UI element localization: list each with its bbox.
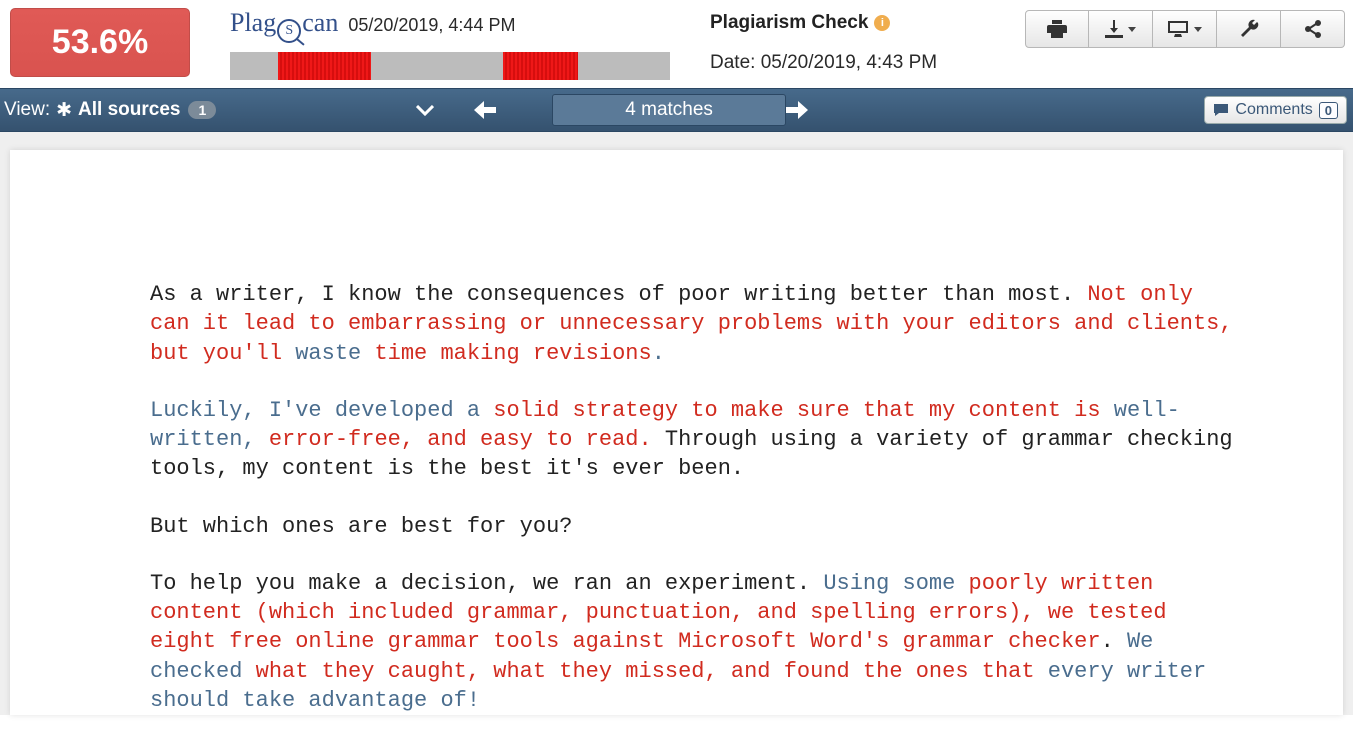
settings-button[interactable]	[1217, 10, 1281, 48]
download-button[interactable]	[1089, 10, 1153, 48]
plagscan-logo: PlagScan	[230, 8, 338, 40]
paragraph: As a writer, I know the consequences of …	[150, 280, 1233, 368]
paragraph: But which ones are best for you?	[150, 512, 1233, 541]
check-info: Plagiarism Check i Date: 05/20/2019, 4:4…	[710, 8, 937, 74]
monitor-icon	[1167, 20, 1189, 38]
arrow-right-icon	[786, 101, 808, 119]
next-match-button[interactable]	[786, 101, 864, 119]
arrow-left-icon	[474, 101, 496, 119]
plagiarism-match[interactable]: time making revisions	[361, 341, 651, 366]
comment-icon	[1213, 103, 1229, 117]
comments-label: Comments	[1235, 101, 1312, 119]
share-button[interactable]	[1281, 10, 1345, 48]
navbar: View: ✱ All sources 1 4 matches Comments…	[0, 88, 1353, 132]
document: As a writer, I know the consequences of …	[10, 150, 1343, 715]
header: 53.6% PlagScan 05/20/2019, 4:44 PM Plagi…	[0, 0, 1353, 88]
plagiarism-match[interactable]: error-free, and easy to read.	[256, 427, 652, 452]
view-mode: All sources	[78, 99, 180, 121]
logo-area: PlagScan 05/20/2019, 4:44 PM	[230, 8, 670, 80]
toolbar	[1025, 8, 1353, 48]
plagiarism-match[interactable]: what they caught, what they missed, and …	[256, 659, 1048, 684]
comments-button[interactable]: Comments 0	[1204, 96, 1347, 124]
check-title: Plagiarism Check i	[710, 12, 937, 34]
caret-down-icon	[1128, 27, 1136, 32]
expand-button[interactable]	[416, 105, 474, 116]
plagiarism-link[interactable]: waste	[295, 341, 361, 366]
print-button[interactable]	[1025, 10, 1089, 48]
display-button[interactable]	[1153, 10, 1217, 48]
check-date: Date: 05/20/2019, 4:43 PM	[710, 52, 937, 74]
progress-segment	[503, 52, 578, 80]
download-icon	[1105, 20, 1123, 38]
caret-down-icon	[1194, 27, 1202, 32]
print-icon	[1047, 20, 1067, 38]
matches-count-button[interactable]: 4 matches	[552, 94, 786, 126]
plagiarism-progress-bar	[230, 52, 670, 80]
wrench-icon	[1239, 19, 1259, 39]
plagiarism-percent-badge: 53.6%	[10, 8, 190, 77]
logo-row: PlagScan 05/20/2019, 4:44 PM	[230, 8, 670, 40]
prev-match-button[interactable]	[474, 101, 552, 119]
document-area: As a writer, I know the consequences of …	[0, 132, 1353, 715]
view-selector[interactable]: View: ✱ All sources 1	[4, 99, 216, 122]
info-icon[interactable]: i	[874, 15, 890, 31]
view-count-badge: 1	[188, 101, 216, 119]
plagiarism-match[interactable]: solid strategy to make sure that my cont…	[493, 398, 1114, 423]
paragraph: To help you make a decision, we ran an e…	[150, 569, 1233, 715]
progress-segment	[278, 52, 370, 80]
chevron-down-icon	[416, 105, 434, 116]
comments-count-badge: 0	[1319, 102, 1338, 119]
asterisk-icon: ✱	[56, 99, 72, 122]
plagiarism-link[interactable]: Luckily, I've developed a	[150, 398, 493, 423]
view-label: View:	[4, 99, 50, 121]
paragraph: Luckily, I've developed a solid strategy…	[150, 396, 1233, 484]
magnifier-icon: S	[277, 19, 301, 43]
plagiarism-link[interactable]: Using some	[823, 571, 968, 596]
share-icon	[1303, 19, 1323, 39]
nav-center: 4 matches	[416, 94, 864, 126]
report-timestamp: 05/20/2019, 4:44 PM	[348, 15, 515, 36]
